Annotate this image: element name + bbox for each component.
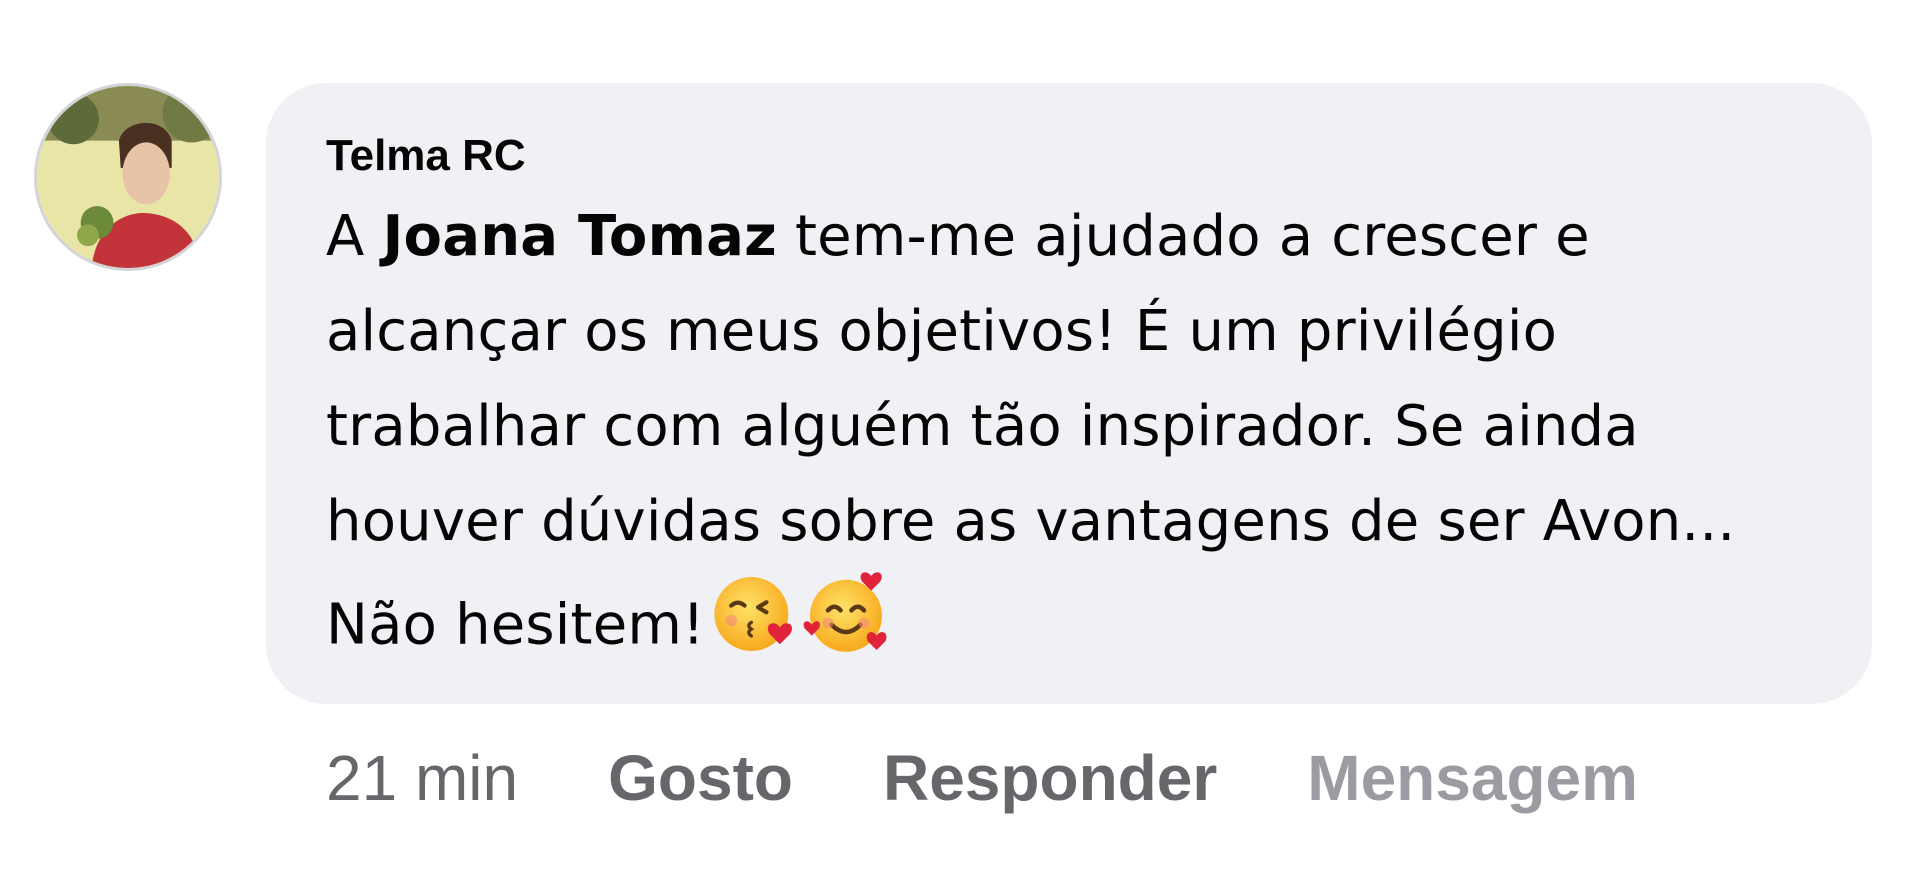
comment-timestamp[interactable]: 21 min bbox=[326, 741, 518, 815]
reply-button[interactable]: Responder bbox=[883, 741, 1217, 815]
like-button[interactable]: Gosto bbox=[608, 741, 793, 815]
kissing-face-with-heart-icon bbox=[711, 572, 795, 685]
avatar[interactable] bbox=[34, 83, 222, 271]
avatar-photo-icon bbox=[37, 86, 219, 268]
comment-text: A Joana Tomaz tem-me ajudado a crescer e… bbox=[326, 189, 1832, 688]
comment-text-body: tem-me ajudado a crescer e alcançar os m… bbox=[326, 204, 1736, 658]
smiling-face-with-hearts-icon bbox=[801, 569, 891, 688]
comment-actions: 21 min Gosto Responder Mensagem bbox=[326, 738, 1638, 818]
comment-bubble: Telma RC A Joana Tomaz tem-me ajudado a … bbox=[266, 83, 1872, 704]
mention-link[interactable]: Joana Tomaz bbox=[383, 204, 777, 269]
message-button[interactable]: Mensagem bbox=[1307, 741, 1638, 815]
comment: Telma RC A Joana Tomaz tem-me ajudado a … bbox=[0, 0, 1920, 879]
comment-author[interactable]: Telma RC bbox=[326, 123, 1832, 189]
comment-text-prefix: A bbox=[326, 204, 383, 269]
